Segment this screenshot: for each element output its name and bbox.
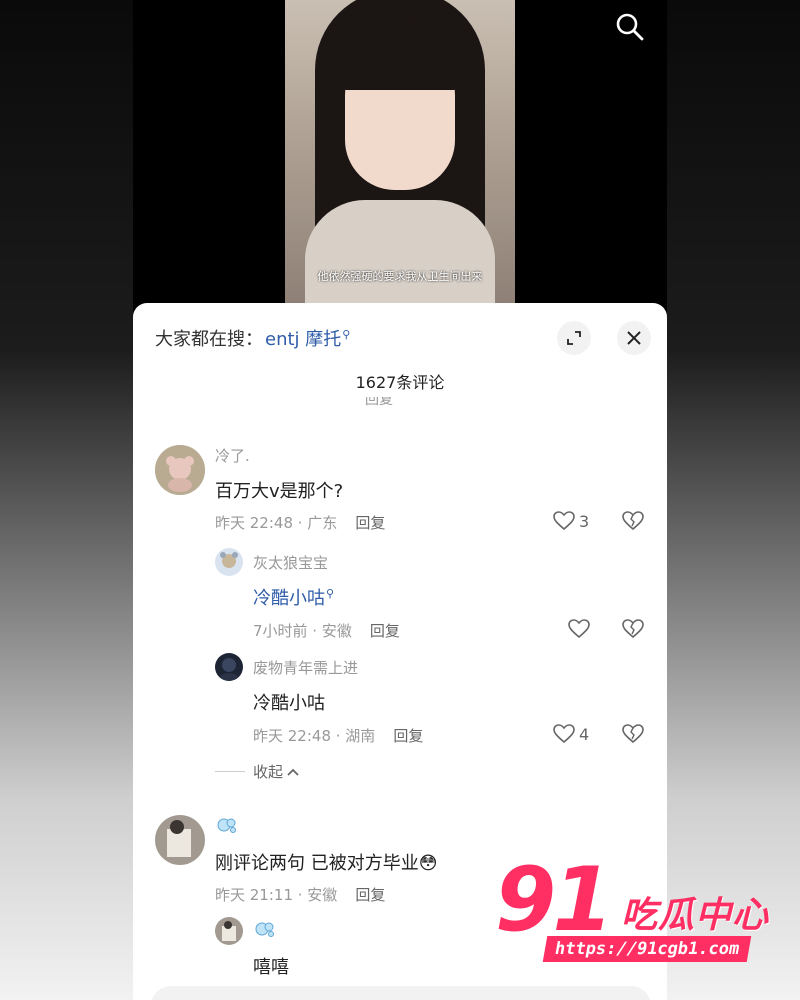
- avatar[interactable]: [155, 815, 205, 865]
- search-suggestion-link[interactable]: entj 摩托⚲: [265, 325, 350, 351]
- reply-button[interactable]: 回复: [393, 727, 423, 745]
- chevron-up-icon: [287, 768, 299, 776]
- reply-username[interactable]: [253, 919, 277, 943]
- partial-comment-row: 回复: [215, 397, 645, 411]
- like-count: 3: [579, 511, 590, 531]
- site-watermark: 91 吃瓜中心 https://91cgb1.com: [495, 848, 785, 972]
- search-suggestion-text[interactable]: entj 摩托: [265, 329, 341, 350]
- avatar[interactable]: [155, 445, 205, 495]
- comment-time-location: 昨天 21:11 · 安徽: [215, 886, 338, 904]
- comment-count: 1627条评论: [355, 373, 445, 392]
- heart-icon: [553, 724, 575, 744]
- comment-text: 刚评论两句 已被对方毕业😳: [215, 853, 438, 874]
- heart-icon: [553, 511, 575, 531]
- video-subtitle: 他依然强硬的要求我从卫生间出来: [317, 270, 483, 283]
- bubble-badge-icon: [217, 818, 236, 833]
- comment-username[interactable]: [215, 815, 239, 839]
- broken-heart-icon: [622, 724, 644, 744]
- reply-text: 冷酷小咕: [253, 693, 325, 714]
- dislike-button[interactable]: [622, 724, 644, 748]
- video-frame: 他依然强硬的要求我从卫生间出来: [285, 0, 515, 305]
- reply-time-location: 昨天 22:48 · 湖南: [253, 727, 376, 745]
- like-button[interactable]: 3: [553, 511, 589, 531]
- comment-text: 百万大v是那个?: [215, 481, 344, 502]
- comment-time-location: 昨天 22:48 · 广东: [215, 514, 338, 532]
- bubble-badge-icon: [255, 922, 274, 937]
- reply-meta: 7小时前 · 安徽 回复: [253, 620, 400, 641]
- avatar[interactable]: [215, 653, 243, 681]
- small-search-icon: ⚲: [326, 587, 335, 600]
- like-button[interactable]: [568, 619, 590, 639]
- reply-text-link[interactable]: 冷酷小咕: [253, 588, 325, 609]
- heart-icon: [568, 619, 590, 639]
- reply-button[interactable]: 回复: [370, 622, 400, 640]
- search-suggestion-prefix: 大家都在搜：: [155, 329, 263, 350]
- reply-time-location: 7小时前 · 安徽: [253, 622, 352, 640]
- video-player[interactable]: 他依然强硬的要求我从卫生间出来: [133, 0, 667, 320]
- reply-text[interactable]: 冷酷小咕⚲: [253, 584, 334, 610]
- reply-username[interactable]: 灰太狼宝宝: [253, 552, 328, 573]
- broken-heart-icon: [622, 619, 644, 639]
- watermark-url: https://91cgb1.com: [542, 936, 752, 962]
- video-person-body: [305, 200, 495, 305]
- comment-meta: 昨天 22:48 · 广东 回复: [215, 512, 385, 533]
- broken-heart-icon: [622, 511, 644, 531]
- dislike-button[interactable]: [622, 619, 644, 643]
- avatar[interactable]: [215, 548, 243, 576]
- sheet-header: 大家都在搜： entj 摩托⚲: [155, 321, 651, 355]
- avatar[interactable]: [215, 917, 243, 945]
- reply-meta: 昨天 22:48 · 湖南 回复: [253, 725, 423, 746]
- comment-username[interactable]: 冷了.: [215, 445, 250, 466]
- collapse-label: 收起: [253, 763, 284, 781]
- reply-text: 嘻嘻: [253, 957, 289, 978]
- small-search-icon: ⚲: [342, 328, 351, 341]
- close-button[interactable]: [617, 321, 651, 355]
- search-icon[interactable]: [615, 12, 645, 42]
- close-icon: [627, 331, 641, 345]
- dislike-button[interactable]: [622, 511, 644, 535]
- comment-input[interactable]: [151, 986, 651, 1000]
- comment-meta: 昨天 21:11 · 安徽 回复: [215, 884, 385, 905]
- collapse-divider: [215, 771, 245, 772]
- expand-icon: [567, 331, 581, 345]
- collapse-replies-button[interactable]: 收起: [215, 761, 300, 782]
- like-count: 4: [579, 724, 590, 744]
- partial-reply-label: 回复: [365, 397, 393, 408]
- reply-button[interactable]: 回复: [355, 514, 385, 532]
- like-button[interactable]: 4: [553, 724, 589, 744]
- watermark-brand: 吃瓜中心: [621, 895, 770, 936]
- reply-username[interactable]: 废物青年需上进: [253, 657, 358, 678]
- reply-button[interactable]: 回复: [355, 886, 385, 904]
- expand-button[interactable]: [557, 321, 591, 355]
